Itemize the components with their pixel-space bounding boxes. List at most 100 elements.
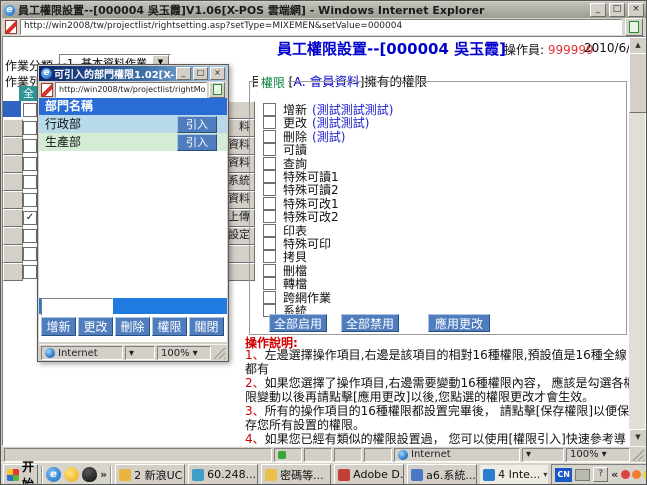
permission-item: 系統 xyxy=(263,300,307,318)
task-button-group: 2 新浪UC▾60.248....密碼等... Adobe D...a6.系統..… xyxy=(115,463,549,484)
tray-icon[interactable] xyxy=(643,470,646,479)
delete-button[interactable]: 刪除 xyxy=(115,317,150,336)
status-pane xyxy=(364,447,392,462)
row-checkbox[interactable] xyxy=(23,193,37,207)
disable-all-button[interactable]: 全部禁用 xyxy=(341,314,399,332)
department-column-header: 部門名稱 xyxy=(39,98,227,115)
protected-mode-pane[interactable]: ▾ xyxy=(125,346,155,360)
maximize-button[interactable]: □ xyxy=(193,67,208,80)
task-label: 4 Inte... xyxy=(498,468,541,481)
row-handle[interactable] xyxy=(3,101,21,117)
permission-item: 特殊可印 xyxy=(263,233,331,251)
permission-item: 刪檔 xyxy=(263,260,307,278)
chevron-down-icon[interactable]: ▾ xyxy=(543,470,547,479)
operator-label: 操作員: xyxy=(504,43,545,57)
rights-button[interactable]: 權限 xyxy=(152,317,187,336)
department-row[interactable]: 行政部 引入 xyxy=(39,115,227,133)
row-handle[interactable] xyxy=(3,173,23,191)
zoom-pane[interactable]: 100% ▾ xyxy=(566,447,630,462)
task-icon xyxy=(265,468,278,481)
task-label: Adobe D... xyxy=(353,468,404,481)
tray-icon[interactable] xyxy=(621,470,631,479)
close-button[interactable]: × xyxy=(628,3,644,17)
import-button[interactable]: 引入 xyxy=(177,134,217,151)
address-input[interactable]: http://win2008/tw/projectlist/rightsetti… xyxy=(20,19,622,35)
task-button[interactable]: a6.系統... xyxy=(407,463,478,484)
row-handle[interactable] xyxy=(3,245,23,263)
row-handle[interactable] xyxy=(3,137,23,155)
popup-titlebar: e 可引入的部門權限1.02[X-POS 雲... _ □ × xyxy=(39,66,227,81)
close-window-button[interactable]: 關閉 xyxy=(189,317,224,336)
page-error-icon xyxy=(5,20,17,34)
close-button[interactable]: × xyxy=(210,67,225,80)
add-button[interactable]: 增新 xyxy=(41,317,76,336)
tray-collapse-icon[interactable]: « xyxy=(611,468,618,481)
rights-legend: 權限 xyxy=(258,74,289,91)
popup-content: 部門名稱 行政部 引入 生產部 引入 增新 更改 刪除 權限 關閉 xyxy=(39,98,227,342)
language-indicator[interactable]: CN xyxy=(555,467,573,482)
department-row[interactable]: 生產部 引入 xyxy=(39,133,227,151)
messenger-icon[interactable] xyxy=(64,467,80,482)
row-checkbox[interactable] xyxy=(23,157,37,171)
protected-mode-pane[interactable]: ▾ xyxy=(522,447,564,462)
permission-item: 特殊可讀2 xyxy=(263,179,339,197)
row-handle[interactable] xyxy=(3,227,23,245)
row-checkbox[interactable]: ✓ xyxy=(23,211,37,225)
resize-grip[interactable] xyxy=(632,448,644,461)
chevron-down-icon[interactable]: ▾ xyxy=(602,449,607,460)
task-button[interactable]: 4 Inte... ▾ xyxy=(480,464,549,484)
chevron-down-icon[interactable]: ▾ xyxy=(526,449,531,460)
screen: e 員工權限設置--[000004 吳玉霞]V1.06[X-POS 雲端網] -… xyxy=(0,0,647,485)
taskbar-divider xyxy=(110,465,113,484)
maximize-button[interactable]: □ xyxy=(609,3,625,17)
resize-grip[interactable] xyxy=(213,347,225,359)
start-button[interactable]: 开始 xyxy=(3,460,39,484)
row-handle[interactable] xyxy=(3,191,23,209)
status-green-icon xyxy=(278,450,286,459)
help-icon[interactable]: ? xyxy=(593,467,609,482)
row-handle[interactable] xyxy=(3,119,23,137)
row-handle[interactable] xyxy=(3,155,23,173)
row-checkbox[interactable] xyxy=(23,175,37,189)
printer-icon[interactable] xyxy=(575,468,591,481)
minimize-button[interactable]: _ xyxy=(590,3,606,17)
enable-all-button[interactable]: 全部启用 xyxy=(269,314,327,332)
import-button[interactable]: 引入 xyxy=(177,116,217,133)
row-handle[interactable] xyxy=(3,209,23,227)
permission-item: 更改 (測試測試) xyxy=(263,112,369,130)
chevron-down-icon[interactable]: ▾ xyxy=(193,348,198,359)
instruction-item: 2、如果您選擇了操作項目,右邊需要變動16種權限內容， 應該是勾選各權限變動以後… xyxy=(245,376,636,404)
chevron-down-icon[interactable]: ▾ xyxy=(129,348,134,359)
row-checkbox[interactable] xyxy=(23,103,37,117)
popup-address-input[interactable]: http://win2008/tw/projectlist/rightMode xyxy=(55,81,207,98)
department-input[interactable] xyxy=(41,298,113,316)
quick-launch-expand-icon[interactable]: » xyxy=(100,468,107,481)
scrollbar-thumb[interactable] xyxy=(629,53,646,113)
row-checkbox[interactable] xyxy=(23,121,37,135)
main-titlebar: e 員工權限設置--[000004 吳玉霞]V1.06[X-POS 雲端網] -… xyxy=(2,2,646,18)
vertical-scrollbar[interactable]: ▲ ▼ xyxy=(629,37,646,447)
permission-item: 跨網作業 xyxy=(263,287,331,305)
department-name: 行政部 xyxy=(45,117,82,131)
go-button[interactable] xyxy=(209,81,225,98)
zoom-pane[interactable]: 100% ▾ xyxy=(157,346,211,360)
task-button[interactable]: 60.248.... xyxy=(188,463,259,484)
task-button[interactable]: 密碼等... xyxy=(261,463,332,484)
scroll-down-icon[interactable]: ▼ xyxy=(629,429,646,447)
apply-changes-button[interactable]: 應用更改 xyxy=(428,314,490,332)
globe-icon xyxy=(45,348,55,358)
qq-icon[interactable] xyxy=(82,467,98,482)
row-checkbox[interactable] xyxy=(23,265,37,279)
tray-icon[interactable] xyxy=(632,470,642,479)
row-checkbox[interactable] xyxy=(23,139,37,153)
go-button[interactable] xyxy=(625,18,643,36)
row-checkbox[interactable] xyxy=(23,229,37,243)
row-checkbox[interactable] xyxy=(23,247,37,261)
modify-button[interactable]: 更改 xyxy=(78,317,113,336)
row-handle[interactable] xyxy=(3,263,23,281)
internet-explorer-icon[interactable]: e xyxy=(46,467,62,482)
task-button[interactable]: Adobe D... xyxy=(334,463,405,484)
status-pane xyxy=(274,447,302,462)
task-button[interactable]: 2 新浪UC▾ xyxy=(115,463,186,484)
minimize-button[interactable]: _ xyxy=(176,67,191,80)
